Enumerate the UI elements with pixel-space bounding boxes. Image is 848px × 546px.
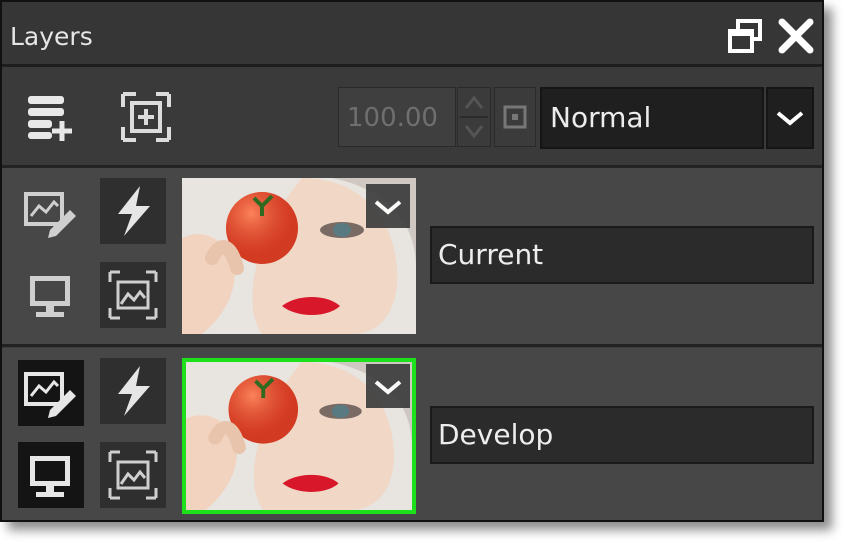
spin-arrows-icon[interactable] [457,87,491,147]
chevron-down-icon[interactable] [766,87,814,149]
restore-window-icon[interactable] [726,16,766,56]
layers-panel: Layers 100.00 Normal Current Develop [0,0,824,522]
close-icon[interactable] [776,16,816,56]
layer-row-develop[interactable]: Develop [2,348,822,520]
panel-titlebar: Layers [2,2,822,67]
square-dot-icon[interactable] [494,87,536,147]
layers-toolbar: 100.00 Normal [2,67,822,168]
layer-thumbnail-selected[interactable] [182,358,416,514]
edit-image-icon[interactable] [18,180,84,246]
lightning-icon[interactable] [100,358,166,424]
lightning-icon[interactable] [100,178,166,244]
panel-title: Layers [10,22,93,51]
monitor-icon[interactable] [18,262,84,328]
opacity-field[interactable]: 100.00 [338,87,456,147]
monitor-icon[interactable] [18,442,84,508]
fit-frame-icon[interactable] [120,91,172,143]
edit-image-icon[interactable] [18,360,84,426]
add-layer-icon[interactable] [24,91,76,143]
layer-name-field[interactable]: Current [430,226,814,284]
thumbnail-menu-icon[interactable] [366,184,410,228]
layer-name-field[interactable]: Develop [430,406,814,464]
blend-mode-select[interactable]: Normal [540,87,764,149]
image-frame-icon[interactable] [100,262,166,328]
image-frame-icon[interactable] [100,442,166,508]
layer-thumbnail[interactable] [182,178,416,334]
thumbnail-menu-icon[interactable] [366,364,410,408]
layer-row-current[interactable]: Current [2,168,822,347]
